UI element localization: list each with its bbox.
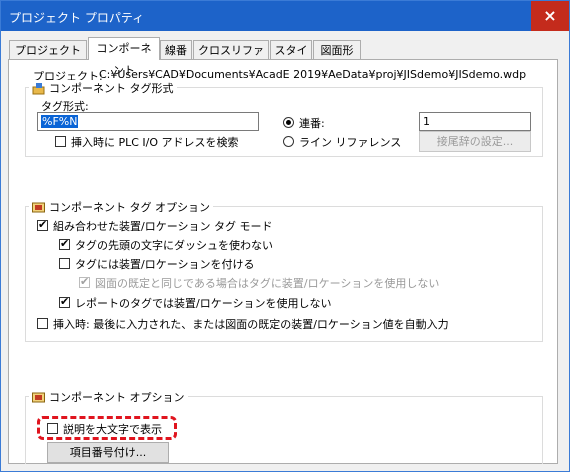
no-dash-prefix-checkbox[interactable] bbox=[59, 237, 70, 250]
component-options-icon bbox=[32, 202, 45, 213]
combined-tag-mode-checkbox[interactable] bbox=[37, 218, 48, 231]
tab-cross-reference[interactable]: クロスリファレンス bbox=[193, 40, 269, 76]
tab-project-settings[interactable]: プロジェクト設定 bbox=[9, 40, 87, 76]
auto-fill-location-label: 挿入時: 最後に入力された、または図面の既定の装置/ロケーション値を自動入力 bbox=[53, 318, 449, 331]
tab-components[interactable]: コンポーネント bbox=[88, 37, 160, 77]
tag-options-group-title: コンポーネント タグ オプション bbox=[29, 199, 213, 215]
tab-styles[interactable]: スタイル bbox=[270, 40, 312, 76]
close-button[interactable]: × bbox=[531, 1, 569, 31]
search-plc-checkbox[interactable] bbox=[55, 136, 66, 147]
report-no-location-checkbox[interactable] bbox=[59, 295, 70, 308]
tab-panel: プロジェクト: C:¥Users¥CAD¥Documents¥AcadE 201… bbox=[8, 59, 558, 464]
tab-wire-numbers[interactable]: 線番 bbox=[160, 40, 192, 59]
uppercase-description-label: 説明を大文字で表示 bbox=[63, 423, 162, 436]
sequential-label: 連番: bbox=[299, 117, 325, 130]
component-tag-icon bbox=[32, 82, 45, 94]
auto-fill-location-checkbox[interactable] bbox=[37, 318, 48, 329]
include-location-checkbox[interactable] bbox=[59, 258, 70, 269]
search-plc-label: 挿入時に PLC I/O アドレスを検索 bbox=[71, 136, 239, 149]
tab-drawing-format[interactable]: 図面形式 bbox=[313, 40, 361, 76]
sequential-input[interactable]: 1 bbox=[419, 112, 531, 131]
report-no-location-label: レポートのタグでは装置/ロケーションを使用しない bbox=[75, 297, 332, 310]
line-reference-radio[interactable] bbox=[283, 136, 294, 147]
include-location-label: タグには装置/ロケーションを付ける bbox=[75, 258, 255, 271]
component-options-group-icon bbox=[32, 392, 45, 403]
item-numbering-button[interactable]: 項目番号付け... bbox=[47, 442, 169, 463]
combined-tag-mode-label: 組み合わせた装置/ロケーション タグ モード bbox=[53, 220, 273, 233]
window-title: プロジェクト プロパティ bbox=[9, 11, 145, 25]
tag-format-value: %F%N bbox=[41, 115, 79, 128]
omit-default-location-checkbox[interactable] bbox=[79, 275, 90, 288]
uppercase-description-checkbox[interactable] bbox=[47, 423, 58, 434]
line-reference-label: ライン リファレンス bbox=[299, 136, 402, 149]
sequential-radio[interactable] bbox=[283, 117, 294, 128]
tag-format-input[interactable]: %F%N bbox=[37, 112, 259, 131]
omit-default-location-label: 図面の既定と同じである場合はタグに装置/ロケーションを使用しない bbox=[95, 277, 440, 290]
title-bar[interactable]: プロジェクト プロパティ × bbox=[1, 1, 569, 31]
tag-format-group-title: コンポーネント タグ形式 bbox=[29, 80, 177, 96]
component-options-group-title: コンポーネント オプション bbox=[29, 389, 188, 405]
suffix-settings-button[interactable]: 接尾辞の設定... bbox=[419, 131, 531, 152]
no-dash-prefix-label: タグの先頭の文字にダッシュを使わない bbox=[75, 239, 273, 252]
